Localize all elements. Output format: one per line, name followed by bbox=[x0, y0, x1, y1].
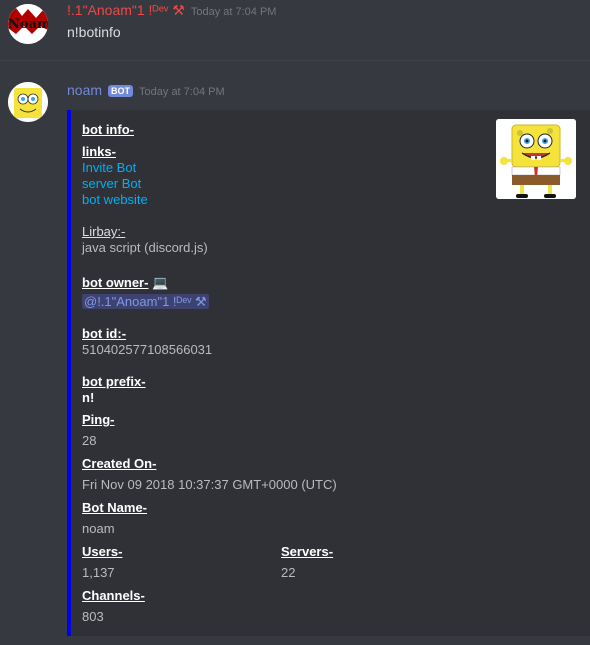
field-value: 28 bbox=[82, 433, 97, 448]
message-content: n!botinfo bbox=[67, 24, 121, 40]
spongebob-thumbnail-icon bbox=[496, 119, 576, 199]
bot-avatar[interactable] bbox=[8, 82, 48, 122]
embed-thumbnail[interactable] bbox=[496, 119, 576, 199]
field-name: Users- bbox=[82, 544, 123, 559]
field-name: Channels- bbox=[82, 588, 145, 603]
avatar-image-icon: Noam bbox=[8, 4, 48, 44]
bot-website-link[interactable]: bot website bbox=[82, 192, 482, 208]
field-users: Users- 1,137 bbox=[82, 544, 122, 580]
spongebob-avatar-icon bbox=[8, 82, 48, 122]
user-avatar[interactable]: Noam bbox=[8, 4, 48, 44]
bot-prefix-value: n! bbox=[82, 390, 95, 405]
field-value: 1,137 bbox=[82, 565, 115, 580]
field-created-on: Created On- Fri Nov 09 2018 10:37:37 GMT… bbox=[82, 456, 337, 492]
timestamp: Today at 7:04 PM bbox=[190, 6, 277, 18]
field-name: Servers- bbox=[281, 544, 334, 559]
message-header: !.1"Anoam"1 !ᴰᵉᵛ ⚒ Today at 7:04 PM bbox=[67, 2, 276, 19]
svg-text:Noam: Noam bbox=[8, 17, 48, 32]
timestamp: Today at 7:04 PM bbox=[139, 86, 225, 98]
author-name[interactable]: noam bbox=[67, 82, 102, 98]
owner-label: bot owner- bbox=[82, 275, 149, 290]
laptop-icon: 💻 bbox=[152, 275, 169, 290]
field-value: noam bbox=[82, 521, 115, 536]
bot-info-embed: bot info- links- Invite Bot server Bot b… bbox=[67, 110, 590, 636]
field-value: 803 bbox=[82, 609, 104, 624]
invite-bot-link[interactable]: Invite Bot bbox=[82, 160, 482, 176]
bot-badge: BOT bbox=[108, 85, 134, 97]
field-channels: Channels- 803 bbox=[82, 588, 145, 624]
embed-description: bot info- links- Invite Bot server Bot b… bbox=[82, 122, 482, 406]
bot-id-label: bot id:- bbox=[82, 326, 127, 341]
field-value: Fri Nov 09 2018 10:37:37 GMT+0000 (UTC) bbox=[82, 477, 337, 492]
library-label: Lirbay:- bbox=[82, 224, 126, 239]
embed-title: bot info- bbox=[82, 122, 134, 137]
owner-row: bot owner- 💻 bbox=[82, 275, 482, 291]
links-label: links- bbox=[82, 144, 116, 159]
author-name[interactable]: !.1"Anoam"1 !ᴰᵉᵛ ⚒ bbox=[67, 2, 185, 19]
field-servers: Servers- 22 bbox=[281, 544, 333, 580]
message-header: noam BOT Today at 7:04 PM bbox=[67, 82, 225, 98]
server-bot-link[interactable]: server Bot bbox=[82, 176, 482, 192]
library-value: java script (discord.js) bbox=[82, 240, 208, 255]
bot-id-value: 510402577108566031 bbox=[82, 342, 213, 357]
owner-mention[interactable]: @!.1"Anoam"1 !ᴰᵉᵛ ⚒ bbox=[82, 294, 209, 309]
message-divider bbox=[0, 60, 590, 61]
field-value: 22 bbox=[281, 565, 296, 580]
field-bot-name: Bot Name- noam bbox=[82, 500, 147, 536]
field-name: Bot Name- bbox=[82, 500, 148, 515]
field-name: Ping- bbox=[82, 412, 115, 427]
bot-prefix-label: bot prefix- bbox=[82, 374, 146, 389]
field-ping: Ping- 28 bbox=[82, 412, 115, 448]
field-name: Created On- bbox=[82, 456, 157, 471]
